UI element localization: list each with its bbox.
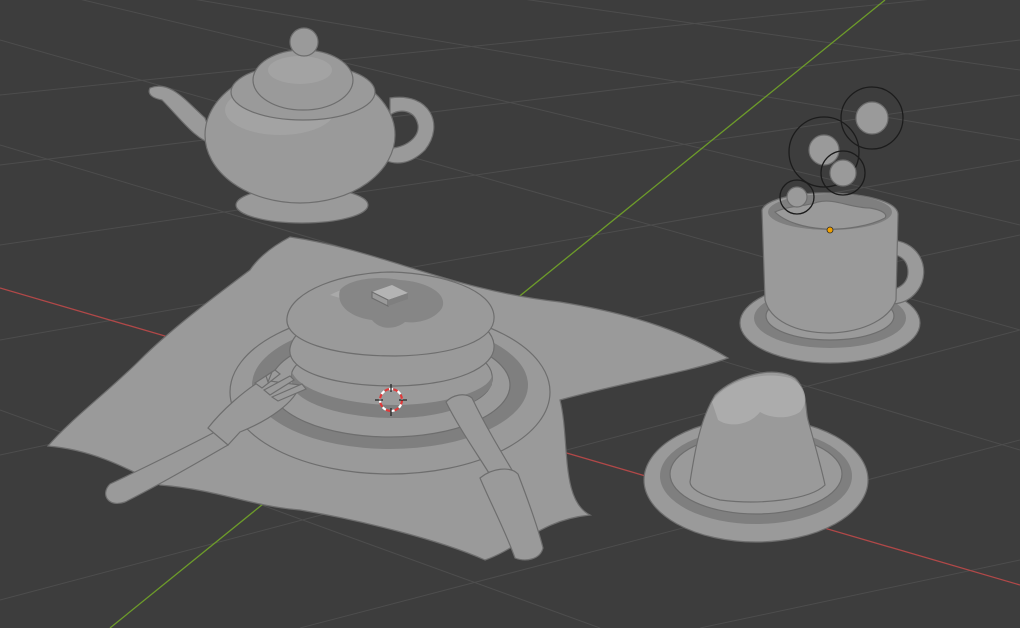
teapot[interactable] — [148, 27, 435, 224]
viewport-canvas[interactable] — [0, 0, 1020, 628]
steam-spheres[interactable] — [779, 86, 904, 215]
3d-viewport[interactable] — [0, 0, 1020, 628]
origin-point[interactable] — [826, 226, 834, 234]
pudding[interactable] — [689, 371, 826, 503]
